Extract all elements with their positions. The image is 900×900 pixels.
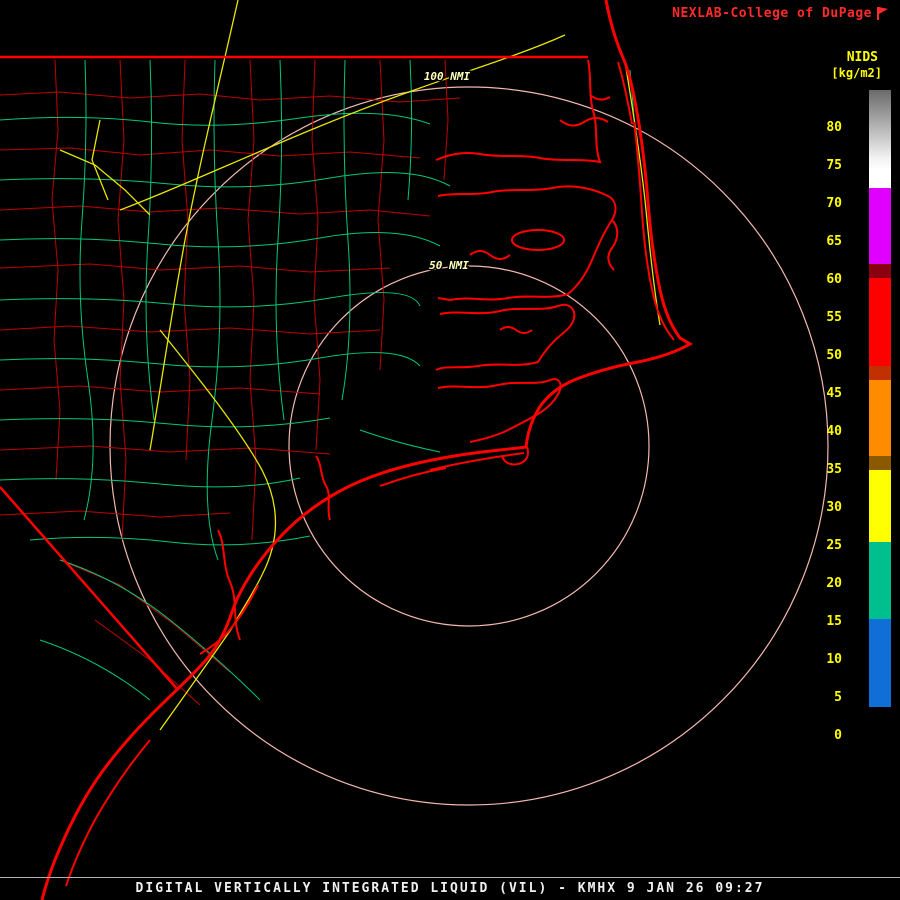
colorbar-segment [869, 470, 891, 542]
colorbar-segments [869, 90, 891, 790]
colorbar-segment [869, 456, 891, 470]
colorbar-segment [869, 366, 891, 380]
colorbar-tick-label: 25 [826, 538, 842, 553]
product-code-label: NIDS [846, 50, 878, 65]
colorbar-tick-label: 65 [826, 234, 842, 249]
cod-flag-icon [877, 7, 888, 20]
colorbar-tick-label: 75 [826, 158, 842, 173]
brand-line: NEXLAB-College of DuPage [672, 6, 888, 21]
highway-lines [59, 0, 661, 731]
ring-label-50nmi: 50 NMI [429, 259, 469, 272]
colorbar-tick-label: 5 [834, 690, 842, 705]
colorbar-tick-label: 55 [826, 310, 842, 325]
colorbar-segment [869, 90, 891, 170]
units-label: [kg/m2] [831, 66, 882, 80]
colorbar-tick-label: 20 [826, 576, 842, 591]
footer-divider [0, 877, 900, 878]
colorbar-tick-label: 60 [826, 272, 842, 287]
colorbar-tick-label: 50 [826, 348, 842, 363]
colorbar-tick-label: 0 [834, 728, 842, 743]
colorbar-segment [869, 278, 891, 366]
state-border-lines [0, 55, 588, 691]
nc-sc-border [0, 486, 179, 691]
colorbar-segment [869, 542, 891, 619]
brand-text: NEXLAB-College of DuPage [672, 6, 872, 21]
inland-water-outlines [217, 59, 619, 641]
colorbar-tick-label: 80 [826, 120, 842, 135]
colorbar-segment [869, 707, 891, 790]
colorbar-segment [869, 619, 891, 707]
colorbar-tick-label: 10 [826, 652, 842, 667]
radar-display: 100 NMI 50 NMI NEXLAB-College of DuPage … [0, 0, 900, 900]
colorbar-tick-label: 40 [826, 424, 842, 439]
colorbar-segment [869, 188, 891, 264]
map-svg: 100 NMI 50 NMI [0, 0, 829, 900]
colorbar-segment [869, 380, 891, 456]
colorbar-tick-label: 45 [826, 386, 842, 401]
colorbar-tick-label: 30 [826, 500, 842, 515]
ring-label-100nmi: 100 NMI [424, 70, 471, 83]
road-lines [0, 59, 643, 701]
colorbar-tick-label: 70 [826, 196, 842, 211]
colorbar: 80 75 70 65 60 55 50 45 40 35 30 25 20 15 10 5 0 [800, 90, 896, 792]
product-title: DIGITAL VERTICALLY INTEGRATED LIQUID (VI… [135, 881, 765, 896]
colorbar-tick-label: 15 [826, 614, 842, 629]
colorbar-segment [869, 264, 891, 278]
colorbar-tick-label: 35 [826, 462, 842, 477]
colorbar-segment [869, 170, 891, 188]
range-ring-50nmi [288, 265, 650, 627]
